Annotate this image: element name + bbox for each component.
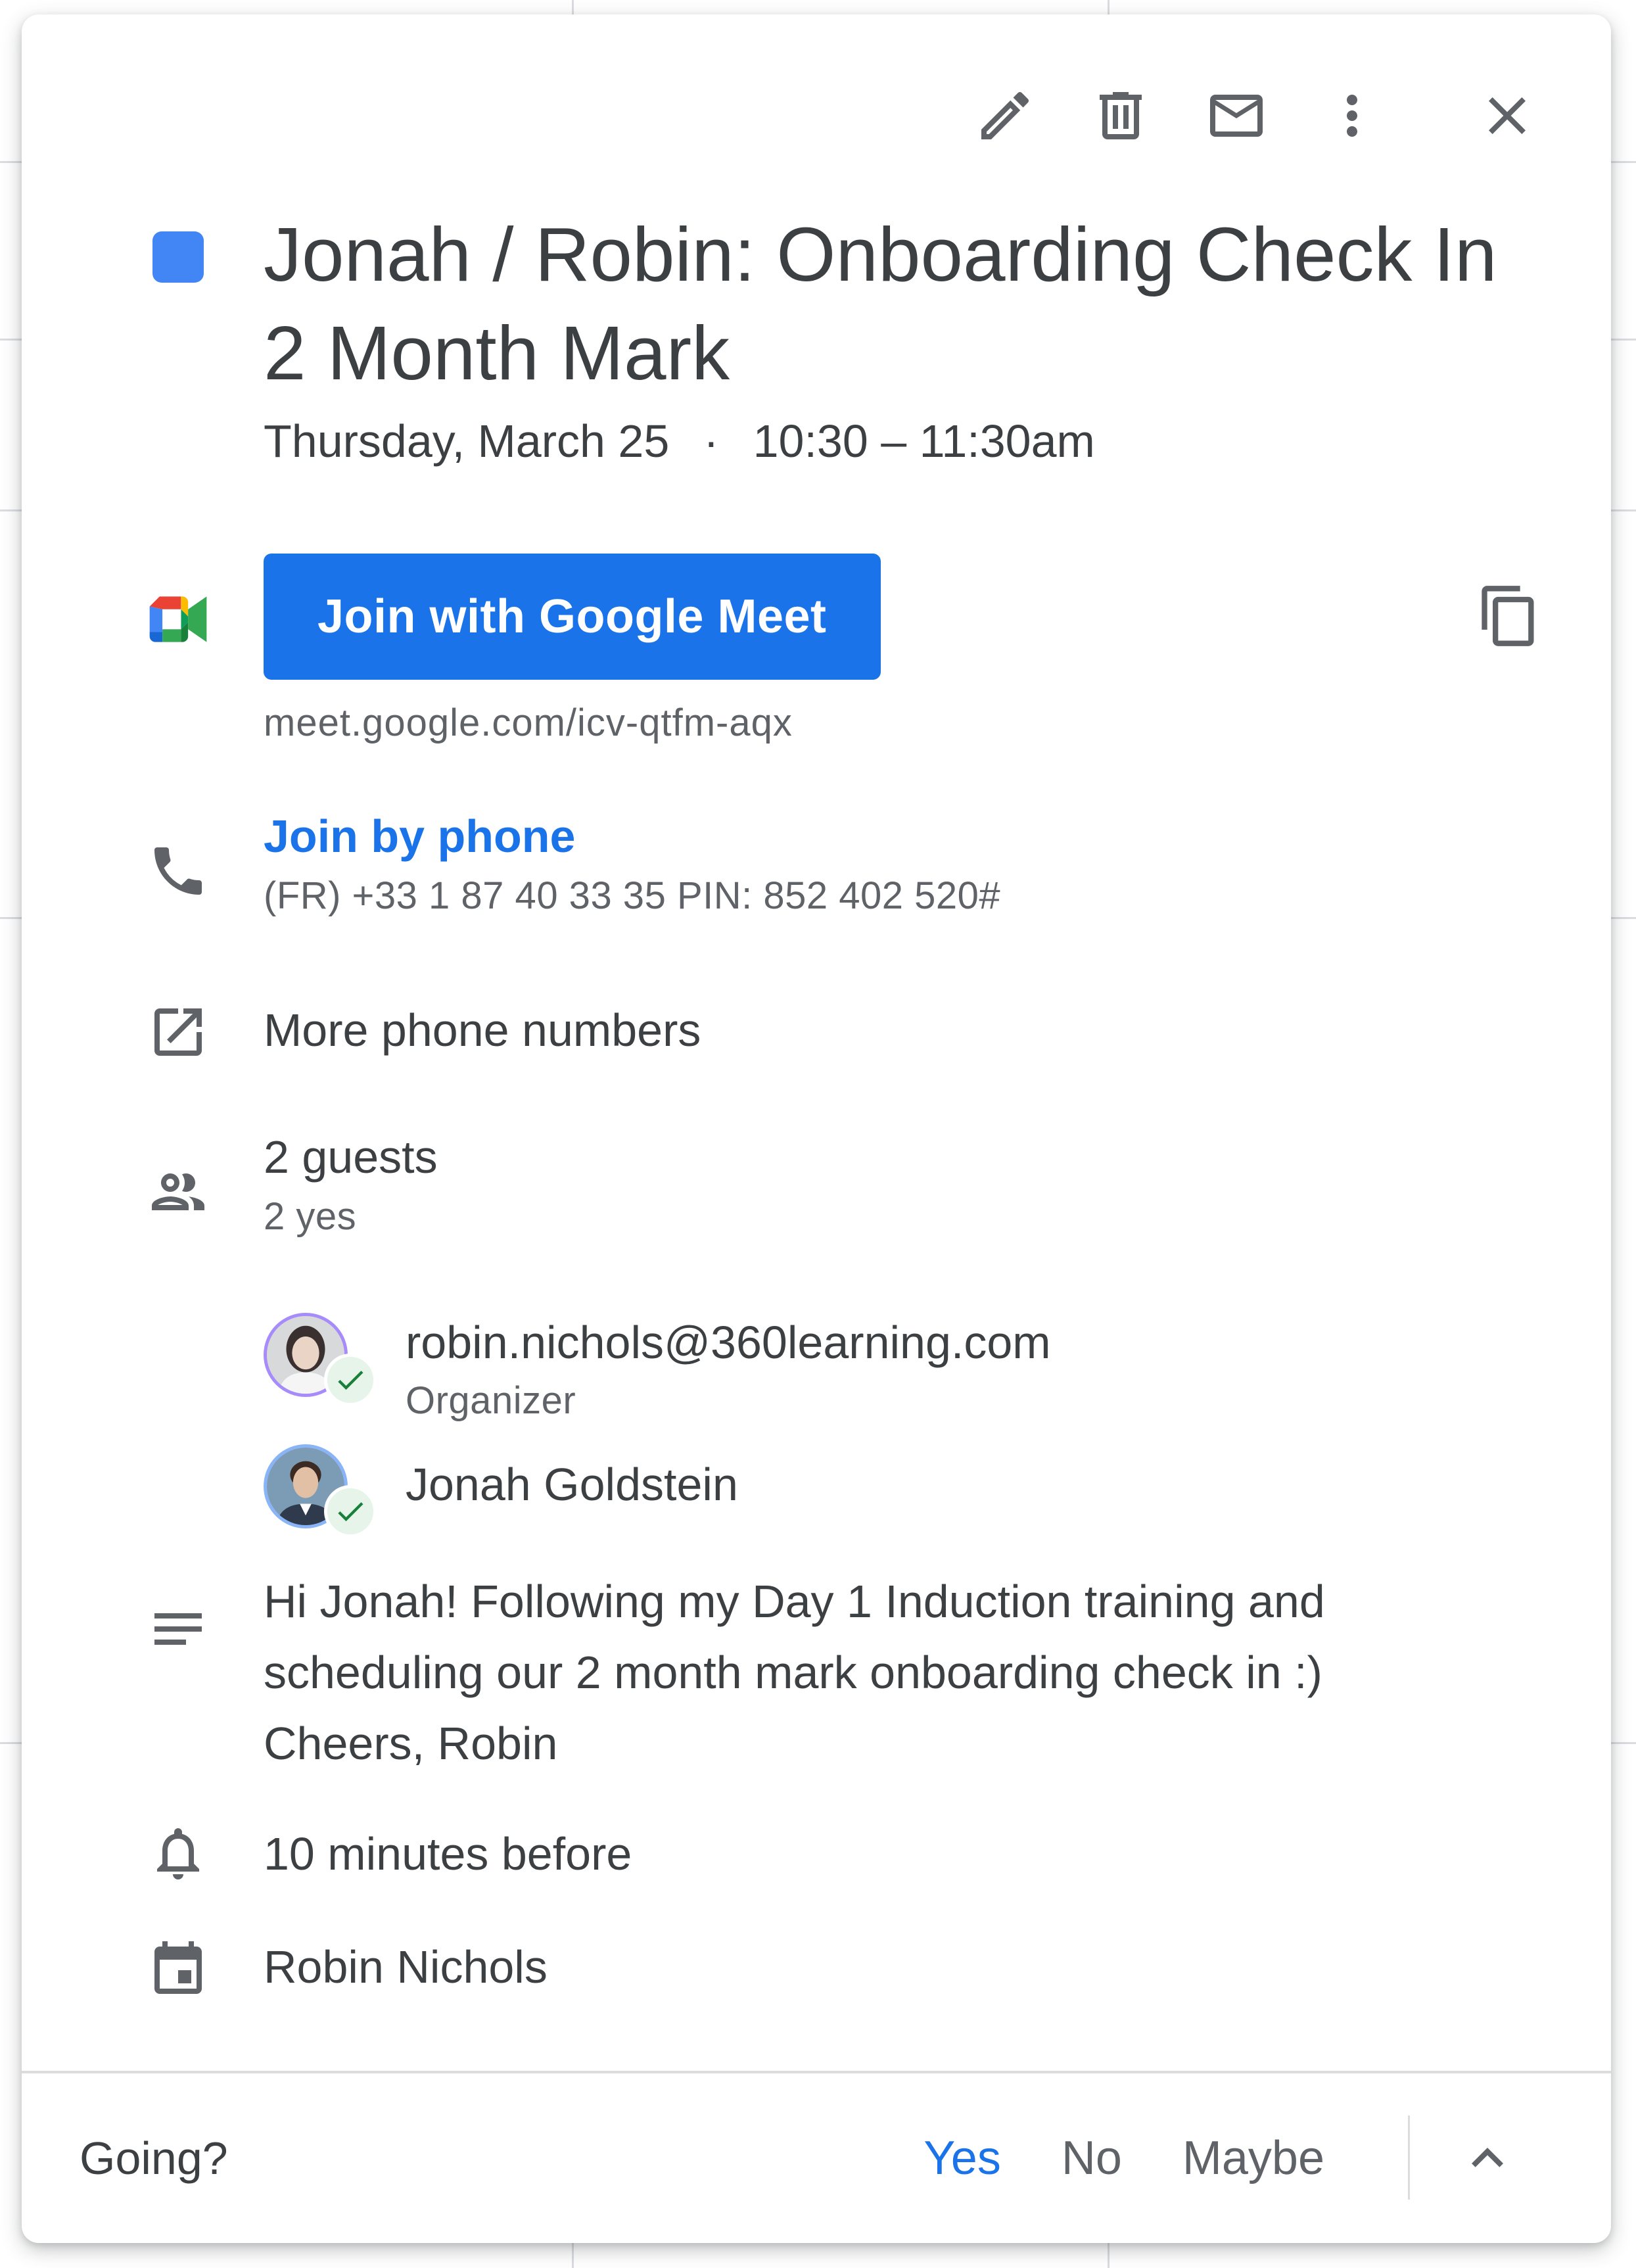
accepted-check-icon xyxy=(324,1354,377,1406)
guest-role: Organizer xyxy=(406,1379,576,1422)
close-button[interactable] xyxy=(1449,58,1565,174)
more-phone-numbers-link[interactable]: More phone numbers xyxy=(264,1001,1552,1060)
join-by-phone-link[interactable]: Join by phone xyxy=(264,807,1552,866)
expand-rsvp-button[interactable] xyxy=(1430,2100,1545,2216)
bell-icon xyxy=(157,1828,199,1879)
chevron-up-icon xyxy=(1472,2148,1503,2167)
notes-icon xyxy=(154,1613,202,1645)
meet-url: meet.google.com/icv-qtfm-aqx xyxy=(264,701,793,744)
delete-event-button[interactable] xyxy=(1063,58,1179,174)
rsvp-yes-button[interactable]: Yes xyxy=(893,2073,1031,2243)
rsvp-footer: Going? Yes No Maybe xyxy=(22,2073,1611,2243)
copy-meet-link-button[interactable] xyxy=(1460,567,1558,665)
event-toolbar xyxy=(947,58,1565,174)
rsvp-maybe-button[interactable]: Maybe xyxy=(1152,2073,1355,2243)
event-color-swatch xyxy=(152,231,204,283)
guest-name: Jonah Goldstein xyxy=(406,1459,738,1510)
close-icon xyxy=(1489,97,1526,134)
edit-event-button[interactable] xyxy=(947,58,1063,174)
event-date-time: Thursday, March 25 · 10:30 – 11:30am xyxy=(264,412,1552,471)
reminder-text: 10 minutes before xyxy=(264,1828,632,1879)
copy-icon xyxy=(1482,586,1534,646)
going-label: Going? xyxy=(80,2133,228,2184)
email-guests-button[interactable] xyxy=(1179,58,1294,174)
guest-item[interactable]: Jonah Goldstein xyxy=(264,1444,1552,1543)
open-in-new-icon xyxy=(154,1008,202,1056)
event-details-popup: Jonah / Robin: Onboarding Check In 2 Mon… xyxy=(22,14,1611,2243)
google-meet-icon xyxy=(149,596,207,642)
event-time: 10:30 – 11:30am xyxy=(753,415,1095,467)
guest-count: 2 guests xyxy=(264,1131,438,1183)
pencil-icon xyxy=(981,91,1029,139)
phone-details: (FR) +33 1 87 40 33 35 PIN: 852 402 520# xyxy=(264,874,1001,917)
event-title: Jonah / Robin: Onboarding Check In 2 Mon… xyxy=(264,212,1497,396)
join-google-meet-button[interactable]: Join with Google Meet xyxy=(264,554,881,680)
rsvp-no-button[interactable]: No xyxy=(1031,2073,1152,2243)
date-time-separator: · xyxy=(703,415,719,467)
accepted-check-icon xyxy=(324,1485,377,1538)
event-date: Thursday, March 25 xyxy=(264,415,670,467)
people-icon xyxy=(152,1173,204,1210)
guest-name: robin.nichols@360learning.com xyxy=(406,1317,1051,1368)
guest-response-summary: 2 yes xyxy=(264,1195,357,1238)
guest-item[interactable]: robin.nichols@360learning.com Organizer xyxy=(264,1313,1552,1422)
calendar-icon xyxy=(154,1941,202,1994)
more-options-button[interactable] xyxy=(1294,58,1410,174)
event-description: Hi Jonah! Following my Day 1 Induction t… xyxy=(264,1576,1325,1769)
mail-icon xyxy=(1210,95,1263,137)
calendar-owner: Robin Nichols xyxy=(264,1941,548,1993)
trash-icon xyxy=(1100,92,1142,139)
footer-separator xyxy=(1408,2115,1410,2200)
more-vert-icon xyxy=(1347,95,1357,137)
rsvp-options: Yes No Maybe xyxy=(893,2073,1355,2243)
phone-icon xyxy=(154,847,202,895)
